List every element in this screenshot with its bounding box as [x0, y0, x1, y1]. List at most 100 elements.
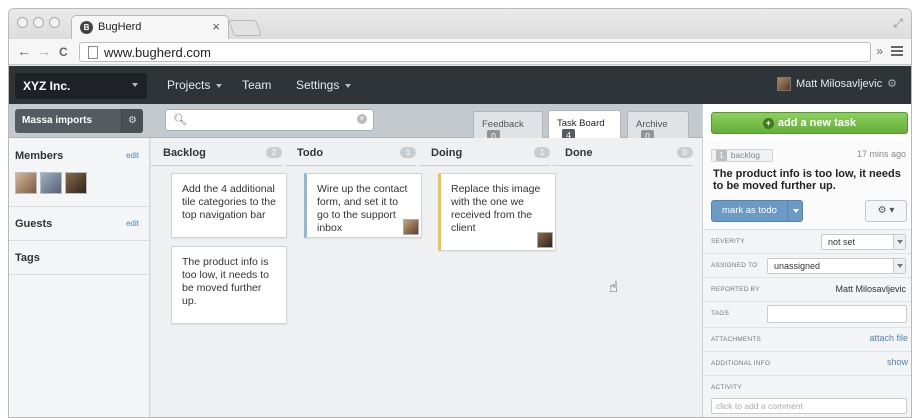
project-name: Massa imports — [22, 115, 93, 126]
nav-settings-label: Settings — [296, 78, 340, 92]
search-icon: 🔍︎ — [173, 114, 187, 126]
column-count: 2 — [266, 147, 282, 158]
tags-input[interactable] — [767, 305, 907, 323]
nav-team[interactable]: Team — [242, 78, 271, 92]
organization-selector[interactable]: XYZ Inc. — [15, 73, 147, 99]
window-close-button[interactable] — [17, 17, 28, 28]
nav-settings[interactable]: Settings — [296, 78, 352, 92]
member-avatar[interactable] — [15, 172, 37, 194]
field-label: TAGS — [711, 310, 730, 317]
divider — [9, 274, 150, 275]
bugherd-app: XYZ Inc. Projects Team Settings Matt Mil… — [9, 66, 911, 417]
task-detail-panel: + add a new task 1 backlog 17 mins ago The… — [702, 104, 911, 417]
divider — [9, 206, 150, 207]
back-button[interactable]: ← — [17, 43, 31, 59]
new-tab-button[interactable] — [228, 20, 262, 36]
chevron-down-icon — [216, 83, 223, 88]
gear-icon[interactable]: ⚙ — [887, 78, 897, 90]
tab-task-board[interactable]: Task Board4 — [548, 110, 621, 142]
tab-archive[interactable]: Archive0 — [627, 111, 689, 143]
edit-members-link[interactable]: edit — [126, 151, 139, 160]
chevron-down-icon — [345, 83, 352, 88]
project-toolbar: Massa imports ⚙ 🔍︎ × Feedback0 Task Boar… — [9, 104, 702, 143]
task-card-text: Wire up the contact form, and set it to … — [317, 183, 408, 234]
project-settings-gear-icon[interactable]: ⚙ — [121, 109, 143, 133]
members-list — [15, 172, 90, 197]
assignee-select[interactable]: unassigned — [767, 258, 906, 274]
chevron-down-icon — [893, 235, 905, 249]
clear-search-icon[interactable]: × — [357, 114, 367, 124]
hand-cursor-icon: ☝ — [609, 279, 619, 296]
field-severity: SEVERITY not set — [703, 230, 911, 254]
browser-menu-icon[interactable] — [891, 46, 903, 56]
task-timestamp: 17 mins ago — [856, 149, 906, 159]
nav-projects[interactable]: Projects — [167, 78, 223, 92]
browser-toolbar: ← → C www.bugherd.com » — [9, 39, 911, 65]
tab-feedback[interactable]: Feedback0 — [473, 111, 543, 143]
organization-name: XYZ Inc. — [23, 79, 71, 93]
chevron-down-icon — [132, 83, 138, 87]
task-settings-button[interactable]: ⚙ ▾ — [865, 200, 907, 222]
browser-tab[interactable]: B BugHerd × — [71, 15, 229, 39]
add-task-button[interactable]: + add a new task — [711, 112, 908, 134]
plus-icon: + — [762, 117, 774, 129]
mark-as-todo-button[interactable]: mark as todo — [711, 200, 803, 222]
show-additional-info-link[interactable]: show — [887, 357, 908, 367]
tab-label: Feedback — [482, 119, 524, 130]
tags-heading: Tags — [15, 252, 40, 264]
chevron-down-icon[interactable] — [787, 201, 802, 221]
member-avatar[interactable] — [40, 172, 62, 194]
task-fields: SEVERITY not set ASSIGNED TO unassigned … — [703, 229, 911, 417]
window-minimize-button[interactable] — [33, 17, 44, 28]
field-additional-info: ADDITIONAL INFO show — [703, 352, 911, 376]
status-badge: 1 backlog — [711, 149, 773, 162]
fullscreen-icon[interactable]: ⤢ — [893, 16, 903, 31]
member-avatar[interactable] — [65, 172, 87, 194]
nav-projects-label: Projects — [167, 78, 211, 92]
mark-as-todo-label: mark as todo — [722, 205, 777, 216]
field-label: REPORTED BY — [711, 286, 760, 293]
task-card[interactable]: The product info is too low, it needs to… — [171, 246, 287, 324]
close-tab-icon[interactable]: × — [212, 19, 220, 34]
attach-file-link[interactable]: attach file — [869, 333, 908, 343]
project-sidebar: Members edit Guests edit Tags — [9, 138, 150, 417]
user-avatar — [776, 77, 791, 92]
task-card[interactable]: Replace this image with the one we recei… — [438, 173, 556, 251]
field-label: ATTACHMENTS — [711, 336, 761, 343]
field-tags: TAGS — [703, 302, 911, 328]
chevron-down-icon — [893, 259, 905, 273]
task-detail: 1 backlog 17 mins ago The product info is… — [703, 141, 911, 417]
gear-icon: ⚙ ▾ — [877, 205, 895, 216]
field-label: SEVERITY — [711, 238, 745, 245]
bugherd-favicon-icon: B — [80, 21, 93, 34]
extensions-icon[interactable]: » — [876, 44, 883, 58]
comment-input[interactable]: click to add a comment — [711, 398, 907, 414]
field-label: ADDITIONAL INFO — [711, 360, 771, 367]
members-heading: Members — [15, 150, 64, 162]
address-bar[interactable]: www.bugherd.com — [79, 42, 871, 62]
forward-button[interactable]: → — [37, 43, 51, 59]
column-name: Backlog — [163, 147, 206, 159]
column-name: Doing — [431, 147, 463, 159]
task-card[interactable]: Wire up the contact form, and set it to … — [304, 173, 422, 238]
project-selector[interactable]: Massa imports ⚙ — [15, 109, 143, 133]
browser-tabstrip: B BugHerd × ⤢ — [9, 9, 911, 39]
column-count: 0 — [677, 147, 693, 158]
column-count: 1 — [400, 147, 416, 158]
reload-button[interactable]: C — [59, 45, 68, 59]
page-icon — [88, 46, 98, 59]
task-search-input[interactable]: 🔍︎ × — [165, 109, 374, 131]
field-label: ASSIGNED TO — [711, 262, 758, 269]
column-count: 1 — [534, 147, 550, 158]
task-card[interactable]: Add the 4 additional tile categories to … — [171, 173, 287, 238]
status-label: backlog — [730, 150, 761, 160]
user-menu[interactable]: Matt Milosavljevic ⚙ — [776, 77, 897, 92]
severity-select[interactable]: not set — [821, 234, 906, 250]
task-card-text: Replace this image with the one we recei… — [451, 183, 541, 234]
address-url[interactable]: www.bugherd.com — [104, 45, 211, 60]
guests-heading: Guests — [15, 218, 53, 230]
window-zoom-button[interactable] — [49, 17, 60, 28]
column-header-doing: Doing 1 — [419, 138, 550, 166]
task-title: The product info is too low, it needs to… — [713, 168, 901, 192]
edit-guests-link[interactable]: edit — [126, 219, 139, 228]
